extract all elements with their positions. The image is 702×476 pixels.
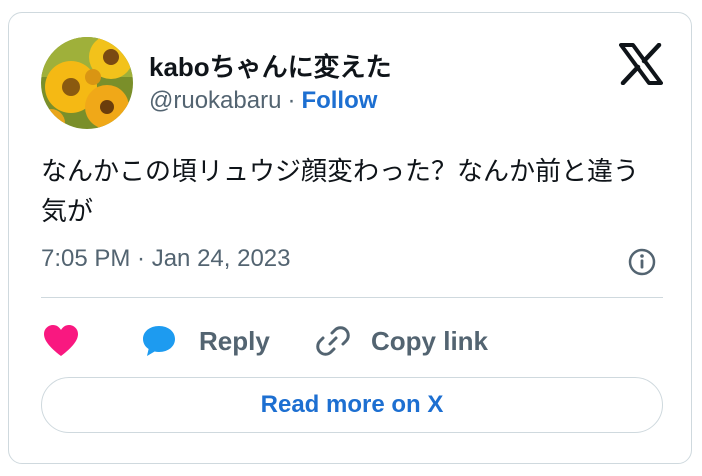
x-logo-icon[interactable]	[619, 42, 663, 86]
handle-row: @ruokabaru · Follow	[149, 87, 377, 115]
reply-button[interactable]: Reply	[141, 319, 270, 363]
speech-bubble-icon	[143, 326, 175, 356]
reply-label: Reply	[199, 325, 270, 356]
divider	[41, 297, 663, 298]
link-icon	[316, 326, 350, 356]
copy-link-label: Copy link	[371, 325, 489, 356]
tweet-text: なんかこの頃リュウジ顔変わった？なんか前と違う気が	[41, 156, 640, 226]
tweet-timestamp[interactable]: 7:05 PM · Jan 24, 2023	[41, 245, 291, 273]
author-name[interactable]: kaboちゃんに変えた	[149, 47, 392, 84]
read-more-button[interactable]: Read more on X	[41, 377, 663, 433]
follow-button[interactable]: Follow	[301, 87, 377, 114]
copy-link-button[interactable]: Copy link	[315, 319, 488, 363]
like-button[interactable]	[43, 319, 79, 363]
avatar[interactable]	[41, 37, 133, 129]
heart-icon	[44, 325, 78, 356]
separator-dot: ·	[287, 87, 296, 114]
info-icon[interactable]	[627, 247, 657, 277]
tweet-card: kaboちゃんに変えた @ruokabaru · Follow なんかこの頃リュウジ…	[8, 12, 692, 464]
author-handle[interactable]: @ruokabaru	[149, 87, 281, 114]
sunflower-avatar-image	[41, 37, 133, 129]
